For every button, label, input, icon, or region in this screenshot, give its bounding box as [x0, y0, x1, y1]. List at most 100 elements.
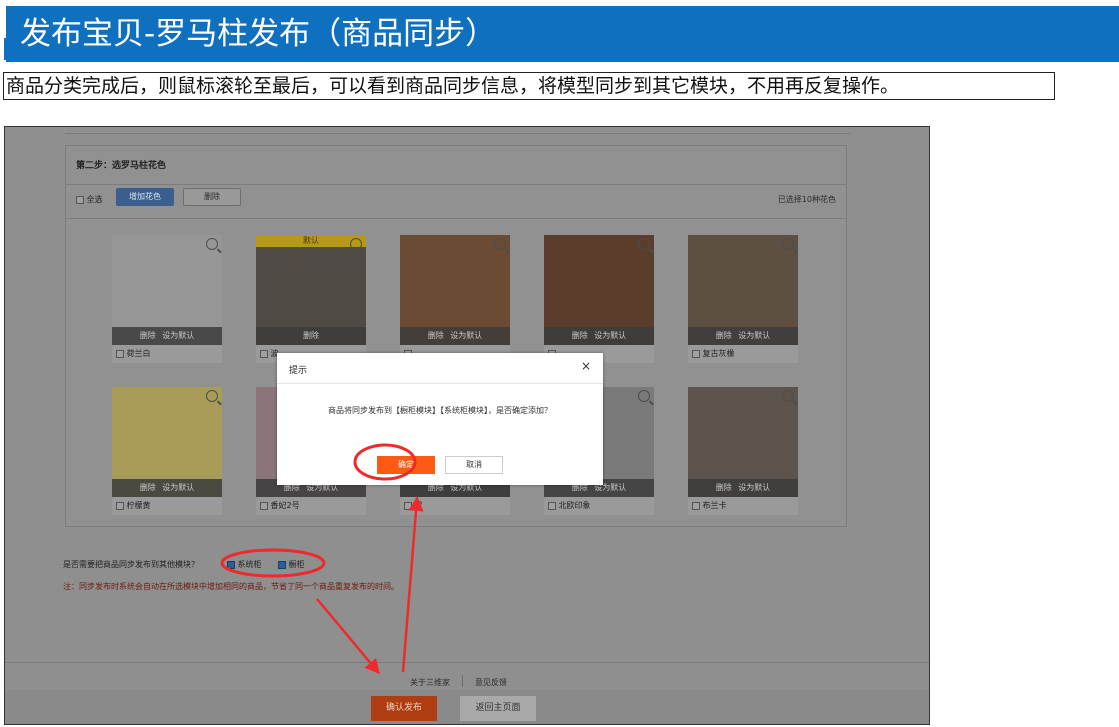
swatch-name: 北欧印象	[558, 501, 591, 510]
swatch-image[interactable]: 默认 删除	[256, 235, 366, 345]
swatch-actions: 删除 设为默认	[400, 327, 510, 345]
swatch-card[interactable]: 删除 设为默认	[400, 235, 510, 363]
system-cabinet-checkbox[interactable]	[227, 560, 235, 569]
swatch-image[interactable]: 删除 设为默认	[400, 235, 510, 345]
swatch-checkbox[interactable]	[260, 349, 268, 358]
back-home-button[interactable]: 返回主页面	[460, 696, 536, 721]
instruction-text: 商品分类完成后，则鼠标滚轮至最后，可以看到商品同步信息，将模型同步到其它模块，不…	[3, 72, 1055, 100]
swatch-name: 雪	[414, 501, 423, 510]
swatch-checkbox[interactable]	[116, 349, 124, 358]
footer-separator	[462, 675, 463, 687]
swatch-image[interactable]: 删除 设为默认	[688, 387, 798, 497]
delete-button[interactable]: 删除	[183, 188, 241, 206]
sync-note: 注：同步发布时系统会自动在所选模块中增加相同的商品，节省了同一个商品重复发布的时…	[63, 582, 399, 591]
swatch-card[interactable]: 删除 设为默认 柠檬黄	[112, 387, 222, 515]
dialog-title: 提示	[289, 366, 308, 376]
zoom-icon[interactable]	[206, 390, 218, 402]
swatch-delete[interactable]: 删除	[428, 331, 444, 340]
swatch-set-default[interactable]: 设为默认	[738, 331, 770, 340]
swatch-actions: 删除 设为默认	[544, 327, 654, 345]
swatch-set-default[interactable]: 设为默认	[450, 331, 482, 340]
sync-option-system-cabinet[interactable]: 系统柜	[227, 559, 262, 570]
swatch-delete[interactable]: 删除	[716, 483, 732, 492]
swatch-checkbox[interactable]	[116, 501, 124, 510]
close-icon[interactable]: ×	[581, 359, 591, 373]
select-all-checkbox[interactable]	[76, 195, 84, 204]
swatch-image[interactable]: 删除 设为默认	[112, 235, 222, 345]
select-all-label: 全选	[86, 195, 103, 204]
swatch-image[interactable]: 删除 设为默认	[544, 235, 654, 345]
swatch-delete[interactable]: 删除	[572, 331, 588, 340]
swatch-actions: 删除 设为默认	[688, 479, 798, 497]
swatch-card[interactable]: 删除 设为默认	[544, 235, 654, 363]
dialog-ok-button[interactable]: 确定	[377, 456, 435, 474]
swatch-card[interactable]: 删除 设为默认 复古灰橡	[688, 235, 798, 363]
panel-divider	[66, 184, 846, 185]
swatch-card[interactable]: 默认 删除 波	[256, 235, 366, 363]
zoom-icon[interactable]	[638, 390, 650, 402]
swatch-checkbox[interactable]	[548, 501, 556, 510]
select-all[interactable]: 全选	[76, 194, 103, 205]
step-title: 第二步：选罗马柱花色	[76, 161, 167, 171]
swatch-delete[interactable]: 删除	[140, 483, 156, 492]
swatch-actions: 删除 设为默认	[688, 327, 798, 345]
selected-count: 已选择10种花色	[777, 195, 836, 204]
sync-option-kitchen-cabinet[interactable]: 橱柜	[278, 559, 305, 570]
swatch-name: 复古灰橡	[702, 349, 735, 358]
swatch-image[interactable]: 删除 设为默认	[112, 387, 222, 497]
sync-question: 是否需要把商品同步发布到其他模块？	[63, 560, 199, 569]
top-divider	[65, 127, 850, 134]
dialog-message: 商品将同步发布到【橱柜模块】【系统柜模块】，是否确定添加？	[328, 406, 552, 415]
zoom-icon[interactable]	[494, 238, 506, 250]
swatch-name-row[interactable]: 布兰卡	[688, 497, 798, 515]
swatch-name-row[interactable]: 香妃2号	[256, 497, 366, 515]
swatch-delete[interactable]: 删除	[716, 331, 732, 340]
swatch-name-row[interactable]: 复古灰橡	[688, 345, 798, 363]
swatch-actions: 删除	[256, 327, 366, 345]
swatch-set-default[interactable]: 设为默认	[738, 483, 770, 492]
swatch-checkbox[interactable]	[404, 501, 412, 510]
page-title: 发布宝贝-罗马柱发布（商品同步）	[20, 16, 497, 52]
swatch-card[interactable]: 删除 设为默认 荷兰白	[112, 235, 222, 363]
dialog-divider	[277, 383, 603, 384]
footer-divider	[5, 662, 929, 663]
swatch-name: 香妃2号	[270, 501, 300, 510]
sync-option-label: 系统柜	[237, 560, 262, 569]
feedback-link[interactable]: 意见反馈	[475, 677, 507, 688]
swatch-name-row[interactable]: 柠檬黄	[112, 497, 222, 515]
zoom-icon[interactable]	[206, 238, 218, 250]
zoom-icon[interactable]	[350, 238, 362, 250]
swatch-actions: 删除 设为默认	[112, 479, 222, 497]
swatch-name-row[interactable]: 雪	[400, 497, 510, 515]
swatch-name: 荷兰白	[126, 349, 151, 358]
swatch-delete[interactable]: 删除	[303, 331, 319, 340]
about-link[interactable]: 关于三维家	[410, 677, 450, 688]
swatch-actions: 删除 设为默认	[112, 327, 222, 345]
swatch-set-default[interactable]: 设为默认	[162, 483, 194, 492]
zoom-icon[interactable]	[638, 238, 650, 250]
swatch-delete[interactable]: 删除	[140, 331, 156, 340]
panel-divider	[66, 218, 846, 219]
swatch-set-default[interactable]: 设为默认	[162, 331, 194, 340]
confirm-publish-button[interactable]: 确认发布	[371, 696, 437, 721]
kitchen-cabinet-checkbox[interactable]	[278, 560, 286, 569]
screenshot-frame: 第二步：选罗马柱花色 全选 增加花色 删除 已选择10种花色 删除 设为默认 荷…	[4, 126, 930, 725]
swatch-checkbox[interactable]	[692, 501, 700, 510]
swatch-name-row[interactable]: 荷兰白	[112, 345, 222, 363]
left-accent-mark	[4, 38, 6, 60]
swatch-checkbox[interactable]	[692, 349, 700, 358]
add-color-button[interactable]: 增加花色	[116, 188, 174, 206]
swatch-name: 布兰卡	[702, 501, 727, 510]
swatch-set-default[interactable]: 设为默认	[594, 331, 626, 340]
swatch-name: 柠檬黄	[126, 501, 151, 510]
zoom-icon[interactable]	[782, 238, 794, 250]
zoom-icon[interactable]	[782, 390, 794, 402]
swatch-image[interactable]: 删除 设为默认	[688, 235, 798, 345]
swatch-name-row[interactable]: 北欧印象	[544, 497, 654, 515]
dialog-cancel-button[interactable]: 取消	[445, 456, 503, 474]
swatch-card[interactable]: 删除 设为默认 布兰卡	[688, 387, 798, 515]
swatch-checkbox[interactable]	[260, 501, 268, 510]
sync-option-label: 橱柜	[288, 560, 305, 569]
header-banner: 发布宝贝-罗马柱发布（商品同步）	[6, 6, 1119, 62]
confirm-dialog: 提示 × 商品将同步发布到【橱柜模块】【系统柜模块】，是否确定添加？ 确定 取消	[277, 353, 603, 485]
